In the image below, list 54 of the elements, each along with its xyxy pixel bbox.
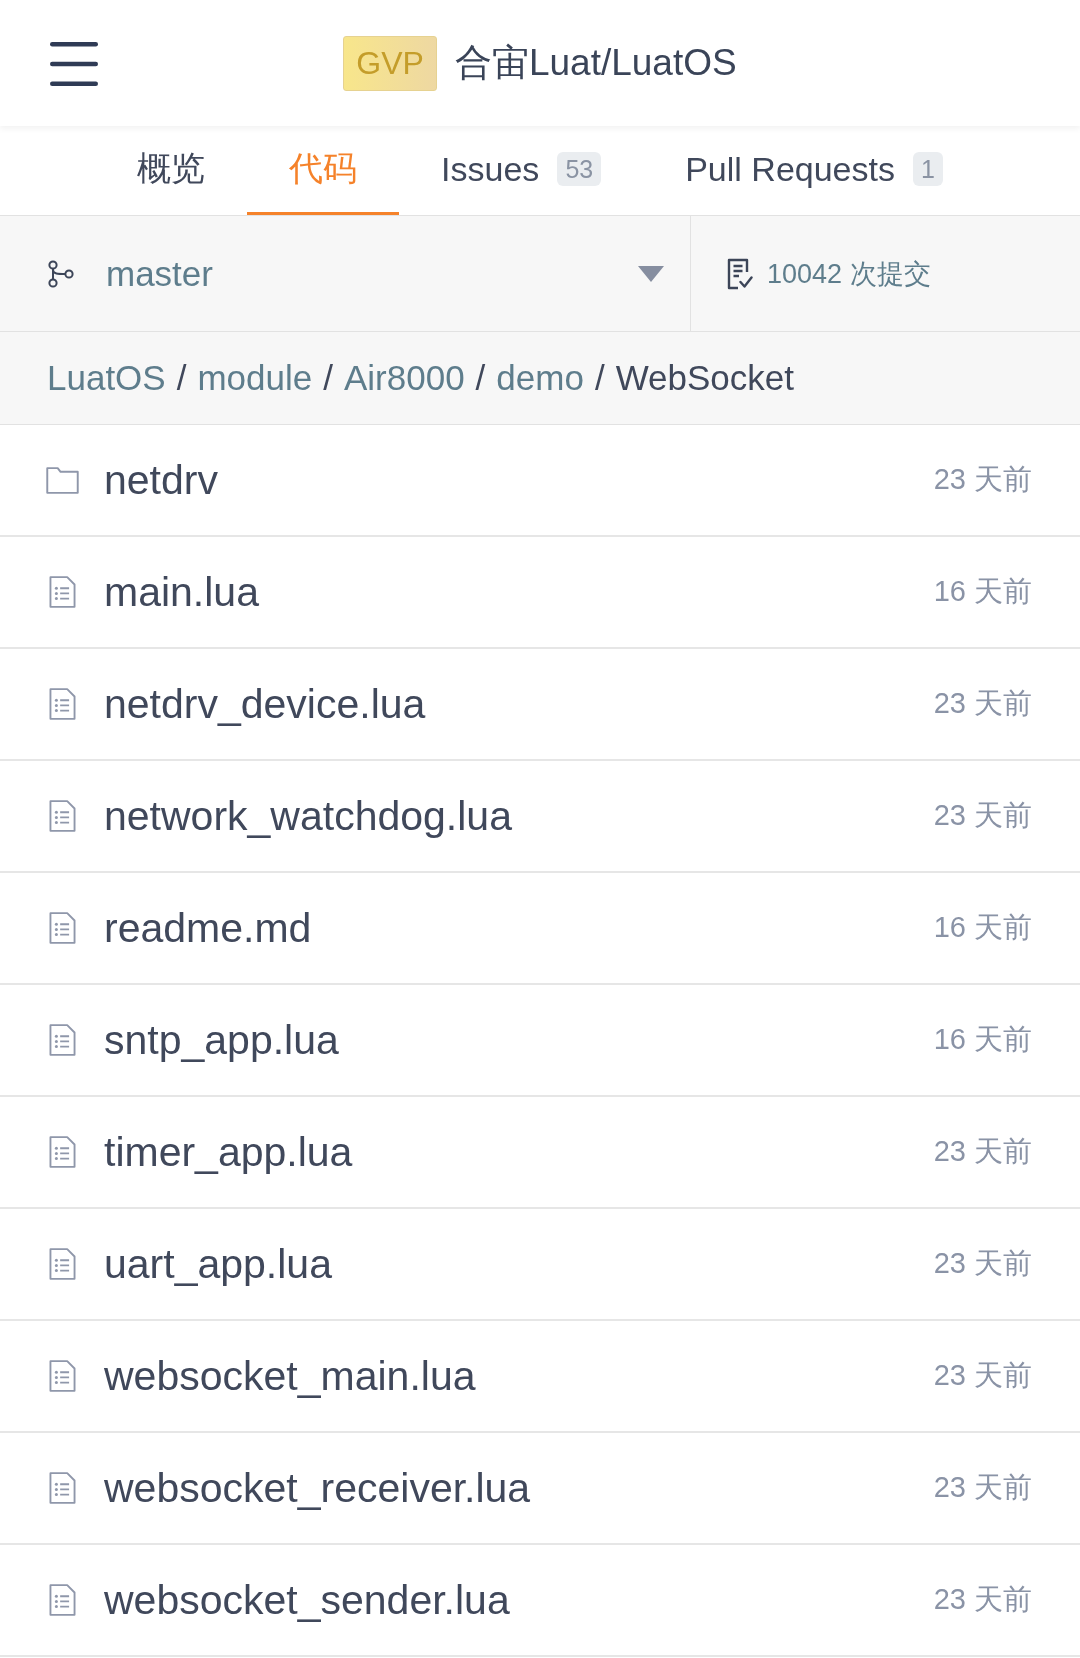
file-icon bbox=[49, 1136, 76, 1168]
breadcrumb-link[interactable]: LuatOS bbox=[47, 358, 166, 398]
count-badge: 1 bbox=[912, 152, 943, 186]
file-name-link[interactable]: readme.md bbox=[104, 904, 312, 952]
branch-icon bbox=[48, 259, 74, 288]
modified-time: 23 天前 bbox=[933, 1246, 1032, 1281]
file-icon bbox=[49, 800, 76, 832]
breadcrumb-link[interactable]: Air8000 bbox=[343, 358, 465, 398]
tab[interactable]: Issues 53 bbox=[399, 126, 644, 215]
file-name-link[interactable]: netdrv_device.lua bbox=[104, 680, 426, 728]
file-name-link[interactable]: network_watchdog.lua bbox=[104, 792, 512, 840]
file-icon bbox=[49, 576, 76, 608]
file-icon bbox=[49, 1248, 76, 1280]
commits-link[interactable]: 10042 次提交 bbox=[691, 216, 931, 331]
breadcrumb-separator: / bbox=[475, 358, 486, 398]
file-name-link[interactable]: websocket_receiver.lua bbox=[104, 1464, 531, 1512]
file-icon bbox=[49, 1024, 76, 1056]
modified-time: 23 天前 bbox=[933, 1582, 1032, 1617]
modified-time: 23 天前 bbox=[933, 462, 1032, 497]
modified-time: 23 天前 bbox=[933, 686, 1032, 721]
tab[interactable]: 概览 bbox=[95, 126, 248, 215]
file-name-link[interactable]: uart_app.lua bbox=[104, 1240, 332, 1288]
folder-icon bbox=[46, 466, 79, 494]
file-icon bbox=[49, 1584, 76, 1616]
file-name-link[interactable]: netdrv bbox=[104, 456, 218, 504]
file-icon bbox=[49, 688, 76, 720]
repo-title: 合宙Luat/LuatOS bbox=[454, 41, 737, 85]
count-badge: 53 bbox=[557, 152, 602, 186]
modified-time: 23 天前 bbox=[933, 1358, 1032, 1393]
breadcrumb-link[interactable]: demo bbox=[496, 358, 584, 398]
modified-time: 23 天前 bbox=[933, 1134, 1032, 1169]
modified-time: 16 天前 bbox=[933, 574, 1032, 609]
gvp-badge: GVP bbox=[343, 35, 437, 91]
caret-icon bbox=[638, 265, 664, 282]
modified-time: 16 天前 bbox=[933, 1022, 1032, 1057]
breadcrumb-separator: / bbox=[323, 358, 333, 398]
breadcrumb-separator: / bbox=[594, 358, 605, 398]
modified-time: 23 天前 bbox=[933, 1470, 1032, 1505]
file-name-link[interactable]: websocket_sender.lua bbox=[104, 1576, 510, 1624]
file-icon bbox=[49, 1360, 76, 1392]
file-icon bbox=[49, 1472, 76, 1504]
file-name-link[interactable]: websocket_main.lua bbox=[104, 1352, 476, 1400]
commit-log-icon bbox=[727, 257, 753, 290]
breadcrumb-current: WebSocket bbox=[615, 358, 794, 398]
file-name-link[interactable]: timer_app.lua bbox=[104, 1128, 353, 1176]
modified-time: 23 天前 bbox=[933, 798, 1032, 833]
file-icon bbox=[49, 912, 76, 944]
file-name-link[interactable]: sntp_app.lua bbox=[104, 1016, 339, 1064]
breadcrumb-separator: / bbox=[176, 358, 187, 398]
tab[interactable]: Pull Requests 1 bbox=[643, 126, 985, 215]
breadcrumb-link[interactable]: module bbox=[197, 358, 313, 398]
modified-time: 16 天前 bbox=[933, 910, 1032, 945]
file-name-link[interactable]: main.lua bbox=[104, 568, 259, 616]
menu-icon[interactable] bbox=[50, 42, 98, 86]
